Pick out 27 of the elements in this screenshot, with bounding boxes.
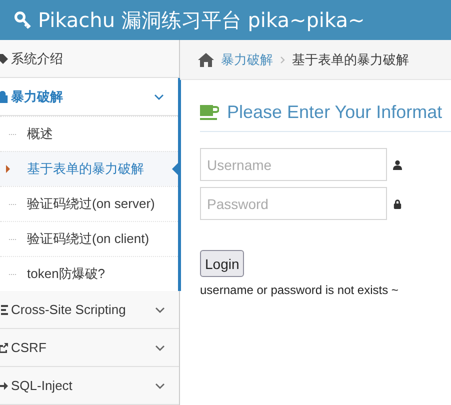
chevron-icon [154, 94, 164, 100]
chevron-icon [155, 306, 165, 312]
submenu-item[interactable]: 基于表单的暴力破解 [0, 151, 178, 186]
sidebar-item[interactable]: SQL-Inject [0, 367, 179, 405]
breadcrumb-current: 基于表单的暴力破解 [292, 52, 409, 68]
error-message: username or password is not exists ~ [200, 283, 400, 297]
app-title: Pikachu 漏洞练习平台 pika~pika~ [38, 6, 365, 34]
chevron-icon [155, 344, 165, 350]
sidebar-item[interactable]: CSRF [0, 329, 179, 367]
login-button[interactable]: Login [200, 250, 244, 277]
cup-icon [200, 104, 219, 120]
user-icon [393, 160, 402, 170]
share-icon [0, 342, 8, 354]
username-field[interactable]: Username [200, 148, 387, 181]
chevron-icon [155, 382, 165, 388]
password-field[interactable]: Password [200, 187, 387, 220]
sidebar-item[interactable]: Cross-Site Scripting [0, 291, 179, 329]
tag-icon [0, 52, 8, 64]
list-icon [0, 304, 8, 316]
lock-icon [393, 198, 402, 208]
sidebar-item[interactable]: 系统介绍 [0, 40, 179, 78]
separator-icon [280, 56, 285, 64]
lock-icon [0, 90, 8, 102]
arrow-icon [0, 380, 8, 392]
form-title: Please Enter Your Informat [227, 102, 442, 123]
key-icon [14, 11, 32, 29]
home-icon[interactable] [198, 52, 214, 66]
